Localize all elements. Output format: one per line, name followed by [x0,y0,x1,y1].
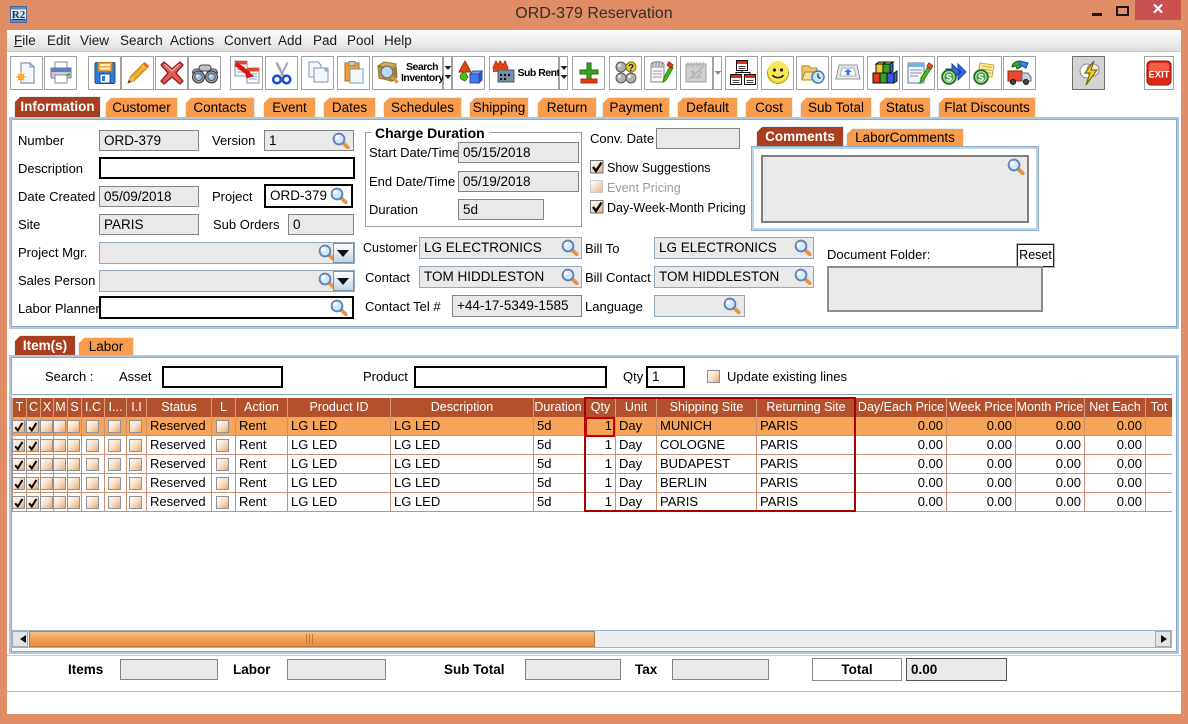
svg-text:EXIT: EXIT [1148,70,1169,81]
svg-text:12: 12 [689,69,701,81]
svg-text:$: $ [978,72,984,84]
svg-text:?: ? [627,63,633,74]
svg-text:$: $ [946,72,952,84]
